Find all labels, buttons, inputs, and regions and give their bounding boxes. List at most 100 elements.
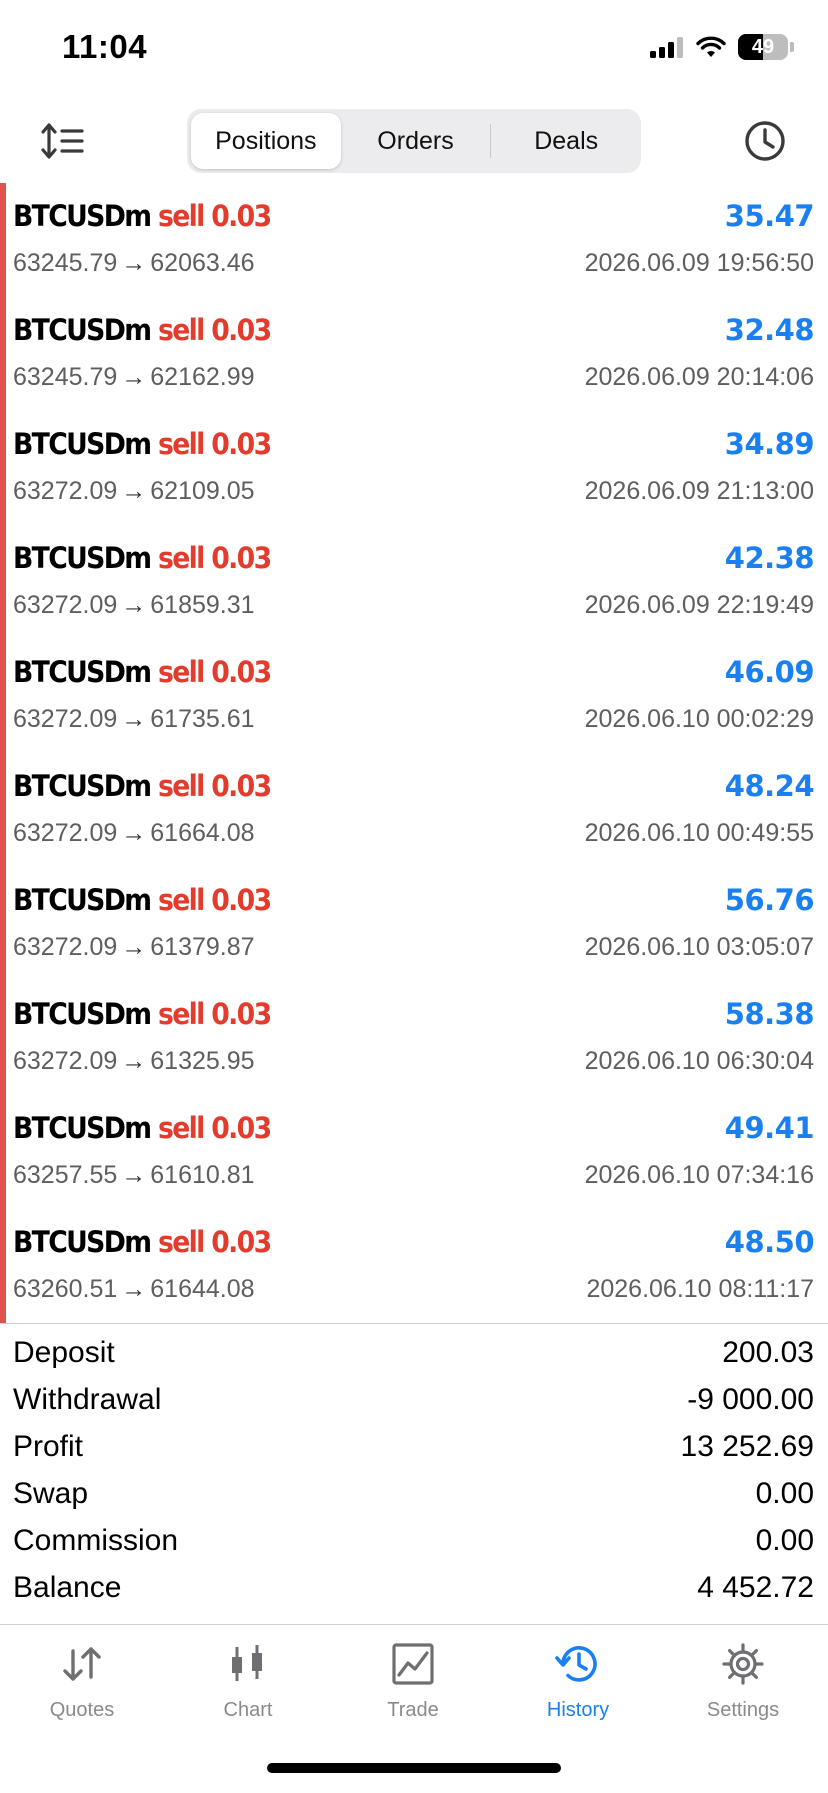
position-row[interactable]: BTCUSDm sell 0.03 42.38 63272.09 → 61859.31 2…: [0, 525, 828, 639]
summary-row-commission: Commission 0.00: [0, 1518, 828, 1564]
position-prices: 63272.09 → 61735.61: [13, 705, 255, 734]
close-price: 62109.05: [150, 477, 255, 505]
history-clock-icon: [555, 1646, 597, 1682]
position-symbol: BTCUSDm: [13, 541, 152, 575]
summary-label: Balance: [13, 1571, 122, 1604]
summary-value: -9 000.00: [687, 1383, 814, 1416]
position-time: 2026.06.10 06:30:04: [584, 1047, 814, 1075]
candlestick-chart-icon: [232, 1645, 262, 1681]
position-side: sell: [157, 199, 205, 233]
position-time: 2026.06.09 22:19:49: [584, 591, 814, 619]
open-price: 63260.51: [13, 1275, 118, 1303]
position-symbol: BTCUSDm: [13, 997, 152, 1031]
status-bar: 11:04 49: [0, 0, 828, 100]
tab-trade[interactable]: Trade: [343, 1641, 483, 1722]
battery-cap: [790, 42, 794, 52]
trade-chart-icon: [392, 1643, 434, 1685]
summary-label: Profit: [13, 1430, 84, 1463]
arrow-right-icon: →: [121, 1275, 147, 1303]
position-volume: 0.03: [211, 1111, 272, 1145]
position-time: 2026.06.10 00:02:29: [584, 705, 814, 733]
position-prices: 63272.09 → 61859.31: [13, 591, 255, 620]
position-title: BTCUSDm sell 0.03: [13, 427, 272, 461]
tab-orders[interactable]: Orders: [341, 113, 491, 169]
position-side: sell: [157, 883, 205, 917]
position-profit: 48.50: [724, 1225, 815, 1259]
tab-settings[interactable]: Settings: [673, 1641, 813, 1722]
arrow-right-icon: →: [121, 1161, 147, 1189]
status-time: 11:04: [62, 28, 148, 65]
position-row[interactable]: BTCUSDm sell 0.03 48.24 63272.09 → 61664.08 2…: [0, 753, 828, 867]
arrow-right-icon: →: [121, 591, 147, 619]
position-title: BTCUSDm sell 0.03: [13, 199, 272, 233]
position-side: sell: [157, 1225, 205, 1259]
summary-row-balance: Balance 4 452.72: [0, 1565, 828, 1611]
open-price: 63272.09: [13, 1047, 118, 1075]
position-row[interactable]: BTCUSDm sell 0.03 35.47 63245.79 → 62063.46 2…: [0, 183, 828, 297]
position-prices: 63272.09 → 62109.05: [13, 477, 255, 506]
tab-label: Quotes: [49, 1699, 115, 1721]
summary-value: 0.00: [755, 1524, 814, 1557]
position-symbol: BTCUSDm: [13, 655, 152, 689]
tab-chart[interactable]: Chart: [178, 1641, 318, 1722]
position-prices: 63245.79 → 62162.99: [13, 363, 255, 392]
position-profit: 34.89: [724, 427, 815, 461]
close-price: 62162.99: [150, 363, 255, 391]
position-title: BTCUSDm sell 0.03: [13, 997, 272, 1031]
position-profit: 48.24: [724, 769, 815, 803]
position-profit: 42.38: [724, 541, 815, 575]
position-side: sell: [157, 427, 205, 461]
sort-icon[interactable]: [40, 118, 86, 164]
position-volume: 0.03: [211, 997, 272, 1031]
position-time: 2026.06.09 20:14:06: [584, 363, 814, 391]
position-profit: 58.38: [724, 997, 815, 1031]
summary-label: Withdrawal: [13, 1383, 162, 1416]
position-symbol: BTCUSDm: [13, 427, 152, 461]
position-prices: 63272.09 → 61325.95: [13, 1047, 255, 1076]
close-price: 61735.61: [150, 705, 255, 733]
position-title: BTCUSDm sell 0.03: [13, 541, 272, 575]
tab-label: Chart: [223, 1699, 273, 1721]
open-price: 63272.09: [13, 591, 118, 619]
summary-value: 4 452.72: [697, 1571, 814, 1604]
open-price: 63257.55: [13, 1161, 118, 1189]
arrow-right-icon: →: [121, 819, 147, 847]
summary-value: 0.00: [755, 1477, 814, 1510]
tab-deals[interactable]: Deals: [491, 113, 641, 169]
position-row[interactable]: BTCUSDm sell 0.03 56.76 63272.09 → 61379.87 2…: [0, 867, 828, 981]
arrow-right-icon: →: [121, 363, 147, 391]
position-side: sell: [157, 997, 205, 1031]
position-symbol: BTCUSDm: [13, 1111, 152, 1145]
clock-icon[interactable]: [742, 118, 788, 164]
position-title: BTCUSDm sell 0.03: [13, 1111, 272, 1145]
position-prices: 63272.09 → 61379.87: [13, 933, 255, 962]
position-row[interactable]: BTCUSDm sell 0.03 32.48 63245.79 → 62162.99 2…: [0, 297, 828, 411]
tab-quotes[interactable]: Quotes: [12, 1641, 152, 1722]
position-volume: 0.03: [211, 427, 272, 461]
battery-icon: 49: [738, 34, 788, 60]
gear-icon: [722, 1643, 764, 1685]
positions-orders-deals-switch: Positions Orders Deals: [187, 109, 641, 173]
position-symbol: BTCUSDm: [13, 769, 152, 803]
close-price: 61325.95: [150, 1047, 255, 1075]
position-side: sell: [157, 655, 205, 689]
position-row[interactable]: BTCUSDm sell 0.03 48.50 63260.51 → 61644.08 2…: [0, 1209, 828, 1323]
position-prices: 63245.79 → 62063.46: [13, 249, 255, 278]
open-price: 63272.09: [13, 933, 118, 961]
position-row[interactable]: BTCUSDm sell 0.03 34.89 63272.09 → 62109.05 2…: [0, 411, 828, 525]
arrow-right-icon: →: [121, 1047, 147, 1075]
position-volume: 0.03: [211, 541, 272, 575]
summary-label: Swap: [13, 1477, 89, 1510]
position-prices: 63257.55 → 61610.81: [13, 1161, 255, 1190]
position-profit: 35.47: [724, 199, 815, 233]
open-price: 63245.79: [13, 249, 118, 277]
tab-history[interactable]: History: [508, 1641, 648, 1722]
position-row[interactable]: BTCUSDm sell 0.03 58.38 63272.09 → 61325.95 2…: [0, 981, 828, 1095]
position-symbol: BTCUSDm: [13, 313, 152, 347]
tab-positions[interactable]: Positions: [191, 113, 341, 169]
position-row[interactable]: BTCUSDm sell 0.03 46.09 63272.09 → 61735.61 2…: [0, 639, 828, 753]
position-time: 2026.06.09 19:56:50: [584, 249, 814, 277]
arrow-right-icon: →: [121, 933, 147, 961]
position-side: sell: [157, 313, 205, 347]
position-row[interactable]: BTCUSDm sell 0.03 49.41 63257.55 → 61610.81 2…: [0, 1095, 828, 1209]
